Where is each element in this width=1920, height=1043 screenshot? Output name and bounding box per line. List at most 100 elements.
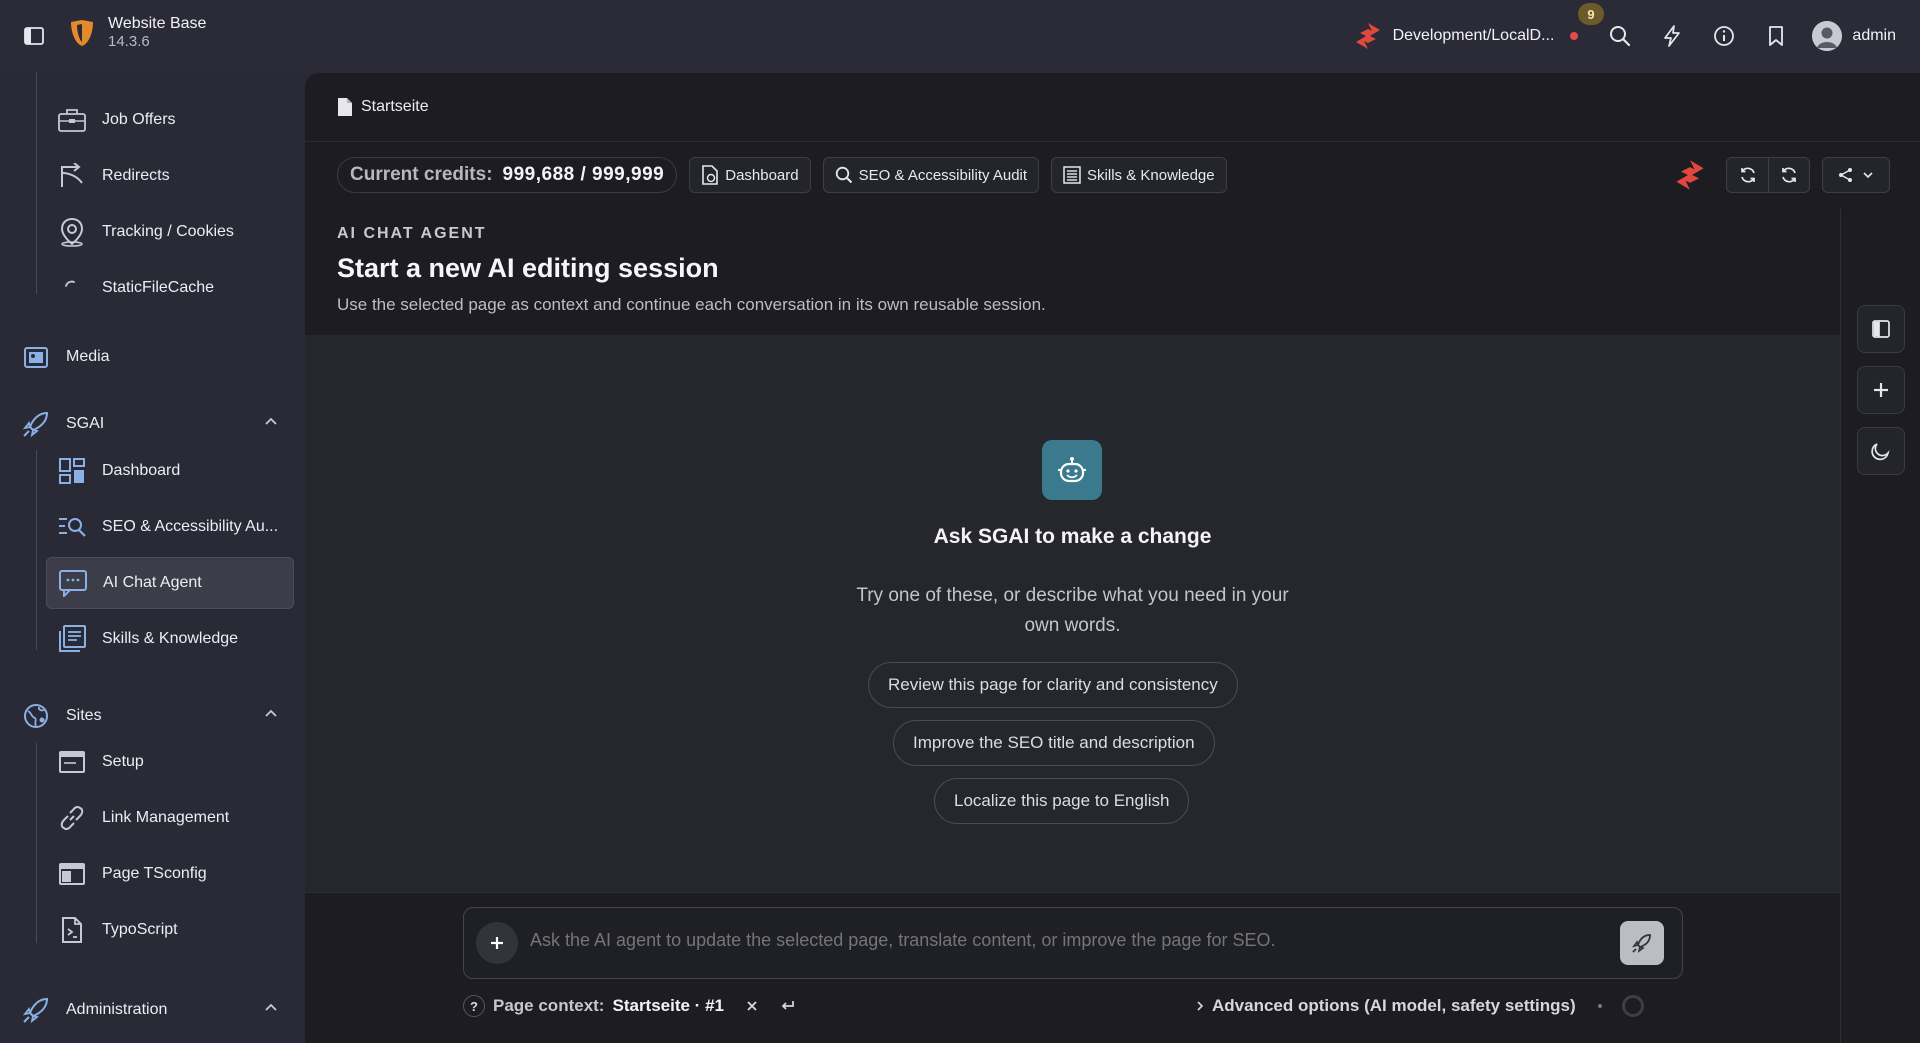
refresh-button-group	[1726, 157, 1810, 193]
sidebar-item-setup[interactable]: Setup	[46, 736, 294, 788]
sidebar-toggle-icon[interactable]	[22, 24, 46, 48]
spinner-icon	[56, 272, 88, 304]
sidebar-item-label: Skills & Knowledge	[102, 630, 239, 647]
seo-search-icon	[56, 511, 88, 543]
sidebar-group-administration[interactable]: Administration	[20, 986, 290, 1034]
sidebar-item-label: Sites	[66, 707, 102, 724]
dashboard-doc-icon	[701, 165, 719, 185]
app-title: Website Base	[108, 15, 207, 32]
chat-icon	[57, 567, 89, 599]
chevron-down-icon	[1862, 171, 1874, 179]
top-bar: Website Base 14.3.6 9 Development/LocalD…	[0, 0, 1920, 72]
sidebar-item-label: Page TSconfig	[102, 865, 207, 882]
sidebar-item-label: Administration	[66, 1001, 168, 1018]
advanced-options-toggle[interactable]: Advanced options (AI model, safety setti…	[1196, 995, 1644, 1017]
skills-knowledge-button-label: Skills & Knowledge	[1087, 166, 1215, 184]
sidebar-item-job-offers[interactable]: Job Offers	[46, 94, 294, 146]
attach-plus-icon[interactable]	[476, 922, 518, 964]
suggestion-localize-page[interactable]: Localize this page to English	[934, 778, 1190, 824]
toggle-panel-icon[interactable]	[1857, 305, 1905, 353]
breadcrumb-label: Startseite	[361, 98, 429, 115]
brand[interactable]: Website Base 14.3.6	[68, 14, 206, 51]
new-session-plus-icon[interactable]	[1857, 366, 1905, 414]
sidebar-item-seo-audit[interactable]: SEO & Accessibility Au...	[46, 501, 294, 553]
sidebar-item-staticfilecache[interactable]: StaticFileCache	[46, 262, 294, 314]
setup-icon	[56, 746, 88, 778]
sidebar-group-sites[interactable]: Sites	[20, 692, 290, 740]
send-rocket-icon[interactable]	[1620, 921, 1664, 965]
sidebar-item-label: Media	[66, 348, 110, 365]
tree-line	[36, 743, 37, 943]
section-kicker: AI CHAT AGENT	[337, 225, 487, 242]
toolbar-right	[1670, 157, 1890, 193]
sidebar-item-sgai-dashboard[interactable]: Dashboard	[46, 445, 294, 497]
chevron-up-icon[interactable]	[264, 416, 278, 426]
sidebar-item-label: Link Management	[102, 809, 230, 826]
info-icon[interactable]	[1698, 10, 1750, 62]
chevron-up-icon[interactable]	[264, 708, 278, 718]
page-subtitle: Use the selected page as context and con…	[337, 295, 1046, 314]
main-panel: Startseite Current credits: 999,688 / 99…	[305, 73, 1920, 1043]
moon-icon[interactable]	[1857, 427, 1905, 475]
bolt-icon[interactable]	[1646, 10, 1698, 62]
empty-state-subtitle: Try one of these, or describe what you n…	[856, 585, 1289, 636]
username: admin	[1852, 27, 1896, 44]
toolbar: Current credits: 999,688 / 999,999 Dashb…	[337, 157, 1227, 193]
reload-icon[interactable]	[1768, 158, 1809, 192]
tree-line	[36, 450, 37, 650]
page-context-row: ? Page context: Startseite · #1	[463, 995, 796, 1017]
typoscript-icon	[56, 914, 88, 946]
chat-message-input[interactable]	[530, 930, 1590, 951]
refresh-icon[interactable]	[1727, 158, 1768, 192]
seo-audit-button[interactable]: SEO & Accessibility Audit	[822, 157, 1040, 193]
loading-spinner-icon	[1621, 995, 1644, 1017]
page-context-value: Startseite · #1	[612, 996, 724, 1015]
chevron-up-icon[interactable]	[264, 1002, 278, 1012]
sidebar-item-label: SEO & Accessibility Au...	[102, 518, 279, 535]
sidebar-item-label: TypoScript	[102, 921, 178, 938]
enter-return-icon[interactable]	[780, 999, 796, 1013]
skills-knowledge-button[interactable]: Skills & Knowledge	[1051, 157, 1227, 193]
dashboard-button[interactable]: Dashboard	[689, 157, 811, 193]
close-icon[interactable]	[746, 1000, 758, 1012]
sidebar-item-typoscript[interactable]: TypoScript	[46, 904, 294, 956]
sidebar-item-link-management[interactable]: Link Management	[46, 792, 294, 844]
redirect-icon	[56, 160, 88, 192]
dashboard-button-label: Dashboard	[725, 166, 799, 184]
sidebar-item-label: Dashboard	[102, 462, 181, 479]
environment-indicator[interactable]: Development/LocalD...	[1353, 21, 1579, 51]
separator-dot	[1597, 1004, 1602, 1008]
sidebar-item-page-tsconfig[interactable]: Page TSconfig	[46, 848, 294, 900]
sidebar: Job Offers Redirects Tracking / Cookies …	[0, 72, 305, 1043]
bookmark-icon[interactable]	[1750, 10, 1802, 62]
sidebar-item-ai-chat-agent[interactable]: AI Chat Agent	[46, 557, 294, 609]
search-icon[interactable]	[1594, 10, 1646, 62]
right-rail	[1840, 209, 1920, 1043]
page-context-label: Page context:	[493, 996, 605, 1015]
sidebar-item-redirects[interactable]: Redirects	[46, 150, 294, 202]
sidebar-item-media[interactable]: Media	[20, 333, 290, 381]
rocket-icon	[20, 408, 52, 440]
breadcrumb[interactable]: Startseite	[337, 97, 429, 117]
sidebar-item-label: AI Chat Agent	[103, 574, 202, 591]
credits-badge: Current credits: 999,688 / 999,999	[337, 157, 678, 193]
sidebar-group-sgai[interactable]: SGAI	[20, 400, 290, 448]
empty-state-title: Ask SGAI to make a change	[933, 525, 1212, 548]
environment-label: Development/LocalD...	[1392, 27, 1555, 44]
sidebar-item-label: Tracking / Cookies	[102, 223, 234, 240]
suggestion-review-page[interactable]: Review this page for clarity and consist…	[868, 662, 1238, 708]
dashboard-icon	[56, 455, 88, 487]
page-icon	[337, 97, 353, 117]
tsconfig-icon	[56, 858, 88, 890]
link-icon	[56, 802, 88, 834]
suggestion-improve-seo[interactable]: Improve the SEO title and description	[893, 720, 1215, 766]
sidebar-item-tracking-cookies[interactable]: Tracking / Cookies	[46, 206, 294, 258]
app-version: 14.3.6	[108, 33, 150, 50]
sidebar-item-skills-knowledge[interactable]: Skills & Knowledge	[46, 613, 294, 665]
user-menu[interactable]: admin	[1812, 21, 1896, 51]
help-icon[interactable]: ?	[463, 995, 485, 1017]
sg-logo-icon	[1670, 157, 1710, 193]
credits-value: 999,688 / 999,999	[502, 164, 665, 185]
credits-label: Current credits:	[350, 164, 493, 185]
share-dropdown[interactable]	[1822, 157, 1890, 193]
